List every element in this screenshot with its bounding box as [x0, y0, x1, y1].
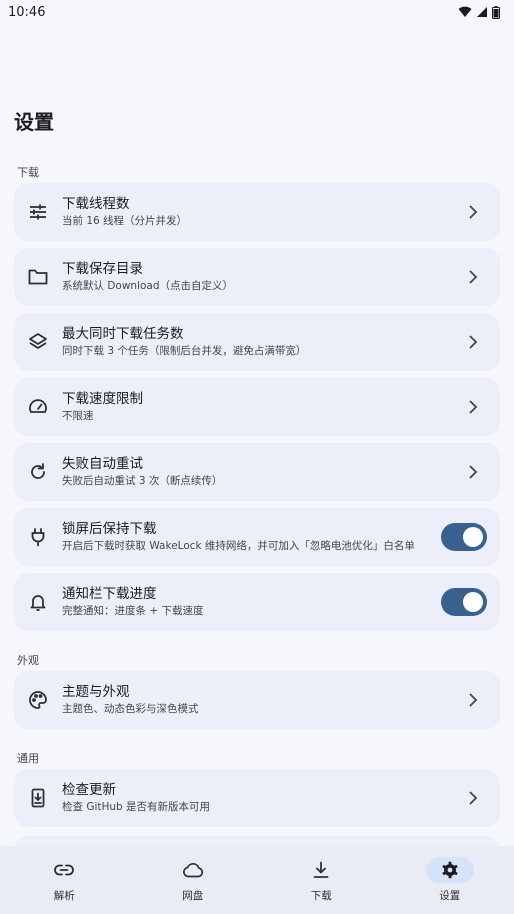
nav-item-settings[interactable]: 设置 [386, 846, 514, 914]
setting-theme-appearance[interactable]: 主题与外观 主题色、动态色彩与深色模式 [14, 671, 500, 729]
system-update-icon [27, 787, 49, 809]
page-title: 设置 [14, 110, 54, 134]
plug-icon [27, 526, 49, 548]
tune-icon [27, 201, 49, 223]
setting-subtitle: 完整通知：进度条 + 下载速度 [62, 605, 204, 617]
setting-title: 锁屏后保持下载 [62, 521, 157, 537]
status-bar: 10:46 [0, 0, 514, 24]
setting-title: 检查更新 [62, 782, 116, 798]
nav-item-cloud[interactable]: 网盘 [129, 846, 258, 914]
setting-subtitle: 同时下载 3 个任务（限制后台并发，避免占满带宽） [62, 345, 307, 357]
settings-gear-icon [425, 857, 474, 883]
nav-item-download[interactable]: 下载 [257, 846, 386, 914]
setting-keep-download-on-lock[interactable]: 锁屏后保持下载 开启后下载时获取 WakeLock 维持网络，并可加入「忽略电池… [14, 508, 500, 566]
section-label-appearance: 外观 [17, 654, 39, 667]
chevron-right-icon [463, 690, 483, 710]
setting-auto-retry[interactable]: 失败自动重试 失败后自动重试 3 次（断点续传） [14, 443, 500, 501]
setting-subtitle: 主题色、动态色彩与深色模式 [62, 703, 199, 715]
setting-title: 通知栏下载进度 [62, 586, 157, 602]
setting-subtitle: 系统默认 Download（点击自定义） [62, 280, 234, 292]
notification-progress-toggle[interactable] [441, 588, 487, 616]
nav-item-parse[interactable]: 解析 [0, 846, 129, 914]
setting-title: 主题与外观 [62, 684, 130, 700]
chevron-right-icon [463, 267, 483, 287]
setting-title: 下载保存目录 [62, 261, 143, 277]
setting-download-directory[interactable]: 下载保存目录 系统默认 Download（点击自定义） [14, 248, 500, 306]
refresh-icon [27, 461, 49, 483]
setting-max-concurrent-tasks[interactable]: 最大同时下载任务数 同时下载 3 个任务（限制后台并发，避免占满带宽） [14, 313, 500, 371]
toggle-thumb [463, 592, 483, 612]
toggle-thumb [463, 527, 483, 547]
setting-subtitle: 开启后下载时获取 WakeLock 维持网络，并可加入「忽略电池优化」白名单 [62, 540, 415, 552]
download-icon [297, 857, 345, 883]
setting-speed-limit[interactable]: 下载速度限制 不限速 [14, 378, 500, 436]
bottom-navigation: 解析 网盘 下载 设置 [0, 846, 514, 914]
section-label-download: 下载 [17, 166, 39, 179]
wakelock-toggle[interactable] [441, 523, 487, 551]
link-icon [40, 857, 88, 883]
setting-subtitle: 当前 16 线程（分片并发） [62, 215, 188, 227]
cloud-icon [169, 857, 217, 883]
nav-label: 下载 [310, 890, 332, 902]
nav-label: 设置 [439, 890, 461, 902]
nav-label: 网盘 [182, 890, 204, 902]
setting-title: 最大同时下载任务数 [62, 326, 184, 342]
setting-title: 下载速度限制 [62, 391, 143, 407]
speedometer-icon [27, 396, 49, 418]
signal-icon [477, 7, 487, 17]
chevron-right-icon [463, 202, 483, 222]
chevron-right-icon [463, 462, 483, 482]
chevron-right-icon [463, 788, 483, 808]
chevron-right-icon [463, 397, 483, 417]
wifi-icon [458, 6, 472, 17]
layers-icon [27, 331, 49, 353]
setting-subtitle: 检查 GitHub 是否有新版本可用 [62, 801, 211, 813]
setting-title: 下载线程数 [62, 196, 130, 212]
palette-icon [27, 689, 49, 711]
status-icons [458, 5, 500, 19]
setting-title: 失败自动重试 [62, 456, 143, 472]
setting-check-update[interactable]: 检查更新 检查 GitHub 是否有新版本可用 [14, 769, 500, 827]
battery-icon [492, 5, 500, 19]
folder-icon [27, 266, 49, 288]
setting-subtitle: 失败后自动重试 3 次（断点续传） [62, 475, 223, 487]
status-time: 10:46 [8, 4, 46, 20]
setting-subtitle: 不限速 [62, 410, 94, 422]
section-label-general: 通用 [17, 752, 39, 765]
chevron-right-icon [463, 332, 483, 352]
nav-label: 解析 [53, 890, 75, 902]
setting-notification-progress[interactable]: 通知栏下载进度 完整通知：进度条 + 下载速度 [14, 573, 500, 631]
setting-download-threads[interactable]: 下载线程数 当前 16 线程（分片并发） [14, 183, 500, 241]
bell-icon [27, 591, 49, 613]
